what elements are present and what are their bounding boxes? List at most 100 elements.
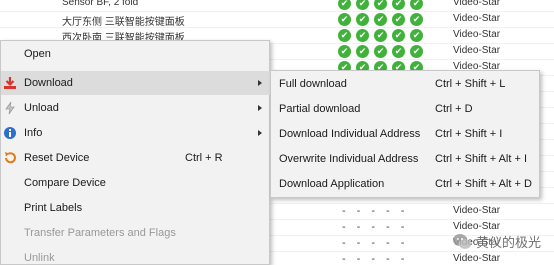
submenu-arrow-icon — [258, 130, 262, 136]
menu-item-info[interactable]: Info — [1, 121, 271, 145]
menu-item-label: Compare Device — [24, 177, 106, 189]
dash-mark: - — [386, 253, 390, 265]
dash-mark: - — [356, 253, 361, 265]
watermark: 黄仪的极光 — [452, 232, 541, 251]
dash-mark: - — [386, 237, 390, 249]
dash-mark: - — [342, 253, 346, 265]
submenu-item-overwrite-individual-address[interactable]: Overwrite Individual Address Ctrl + Shif… — [271, 147, 539, 171]
submenu-item-label: Overwrite Individual Address — [279, 153, 419, 165]
check-icon: ✔ — [338, 13, 351, 26]
dash-mark: - — [400, 205, 405, 217]
check-icon: ✔ — [356, 45, 369, 58]
check-icon: ✔ — [374, 29, 387, 42]
dash-mark: - — [356, 221, 361, 233]
menu-item-print-labels[interactable]: Print Labels — [1, 196, 271, 220]
row-status-checks: ✔ ✔ ✔ ✔ ✔ — [338, 13, 423, 26]
dash-mark: - — [371, 221, 376, 233]
submenu-item-full-download[interactable]: Full download Ctrl + Shift + L — [271, 72, 539, 96]
check-icon: ✔ — [374, 45, 387, 58]
check-icon: ✔ — [410, 45, 423, 58]
row-manufacturer: Video-Star — [453, 0, 501, 8]
check-icon: ✔ — [356, 29, 369, 42]
context-menu: Open Download Unload Info Reset Device C… — [0, 40, 271, 265]
table-row[interactable]: 大厅东侧 三联智能按键面板 ✔ ✔ ✔ ✔ ✔ Video-Star — [0, 12, 554, 28]
menu-item-unlink: Unlink — [1, 246, 271, 265]
check-icon: ✔ — [356, 13, 369, 26]
dash-mark: - — [386, 221, 390, 233]
dash-mark: - — [356, 237, 361, 249]
check-icon: ✔ — [338, 45, 351, 58]
menu-item-label: Open — [24, 48, 51, 60]
row-status-dashes: ----- — [342, 253, 404, 265]
check-icon: ✔ — [338, 0, 351, 10]
menu-item-label: Reset Device — [24, 152, 90, 164]
download-submenu: Full download Ctrl + Shift + L Partial d… — [270, 70, 540, 198]
table-row[interactable]: Sensor BF, 2 fold ✔ ✔ ✔ ✔ ✔ Video-Star — [0, 0, 554, 12]
menu-item-open[interactable]: Open — [1, 42, 271, 66]
dash-mark: - — [386, 205, 390, 217]
dash-mark: - — [342, 237, 346, 249]
dash-mark: - — [342, 221, 346, 233]
menu-item-label: Transfer Parameters and Flags — [24, 227, 176, 239]
check-icon: ✔ — [392, 45, 405, 58]
submenu-item-download-application[interactable]: Download Application Ctrl + Shift + Alt … — [271, 172, 539, 196]
submenu-item-label: Download Application — [279, 178, 385, 190]
menu-item-download[interactable]: Download — [1, 71, 271, 95]
menu-item-label: Download — [24, 77, 73, 89]
menu-item-label: Unlink — [24, 252, 55, 264]
submenu-arrow-icon — [258, 105, 262, 111]
check-icon: ✔ — [338, 29, 351, 42]
submenu-item-shortcut: Ctrl + Shift + I — [435, 128, 503, 140]
row-device-name: 大厅东侧 三联智能按键面板 — [62, 17, 185, 28]
row-status-checks: ✔ ✔ ✔ ✔ ✔ — [338, 0, 423, 10]
watermark-text: 黄仪的极光 — [476, 235, 542, 250]
dash-mark: - — [371, 237, 376, 249]
submenu-item-label: Download Individual Address — [279, 128, 421, 140]
dash-mark: - — [356, 205, 361, 217]
menu-item-compare-device[interactable]: Compare Device — [1, 171, 271, 195]
submenu-item-shortcut: Ctrl + Shift + L — [435, 78, 506, 90]
menu-item-label: Unload — [24, 102, 59, 114]
menu-item-shortcut: Ctrl + R — [185, 152, 223, 164]
check-icon: ✔ — [410, 29, 423, 42]
row-status-checks: ✔ ✔ ✔ ✔ ✔ — [338, 45, 423, 58]
row-manufacturer: Video-Star — [453, 45, 501, 56]
unload-icon — [3, 101, 17, 115]
check-icon: ✔ — [356, 0, 369, 10]
menu-item-reset-device[interactable]: Reset Device Ctrl + R — [1, 146, 271, 170]
submenu-item-download-individual-address[interactable]: Download Individual Address Ctrl + Shift… — [271, 122, 539, 146]
download-icon — [3, 76, 17, 90]
check-icon: ✔ — [392, 29, 405, 42]
dash-mark: - — [342, 205, 346, 217]
row-status-dashes: ----- — [342, 205, 404, 217]
row-status-checks: ✔ ✔ ✔ ✔ ✔ — [338, 29, 423, 42]
row-manufacturer: Video-Star — [453, 221, 501, 232]
dash-mark: - — [400, 237, 405, 249]
row-manufacturer: Video-Star — [453, 13, 501, 24]
check-icon: ✔ — [392, 13, 405, 26]
dash-mark: - — [400, 221, 405, 233]
row-status-dashes: ----- — [342, 237, 404, 249]
wechat-logo-icon — [452, 233, 472, 251]
check-icon: ✔ — [410, 13, 423, 26]
menu-item-label: Info — [24, 127, 43, 139]
submenu-item-partial-download[interactable]: Partial download Ctrl + D — [271, 97, 539, 121]
submenu-item-shortcut: Ctrl + Shift + Alt + D — [435, 178, 532, 190]
menu-item-label: Print Labels — [24, 202, 83, 214]
row-status-dashes: ----- — [342, 221, 404, 233]
row-manufacturer: Video-Star — [453, 253, 501, 264]
submenu-item-label: Full download — [279, 78, 347, 90]
submenu-item-label: Partial download — [279, 103, 361, 115]
menu-item-unload[interactable]: Unload — [1, 96, 271, 120]
reset-icon — [3, 151, 17, 165]
check-icon: ✔ — [374, 13, 387, 26]
info-icon — [3, 126, 17, 140]
menu-item-transfer-parameters: Transfer Parameters and Flags — [1, 221, 271, 245]
dash-mark: - — [371, 205, 376, 217]
check-icon: ✔ — [410, 0, 423, 10]
dash-mark: - — [371, 253, 376, 265]
submenu-item-shortcut: Ctrl + Shift + Alt + I — [435, 153, 528, 165]
check-icon: ✔ — [392, 0, 405, 10]
dash-mark: - — [400, 253, 405, 265]
check-icon: ✔ — [374, 0, 387, 10]
